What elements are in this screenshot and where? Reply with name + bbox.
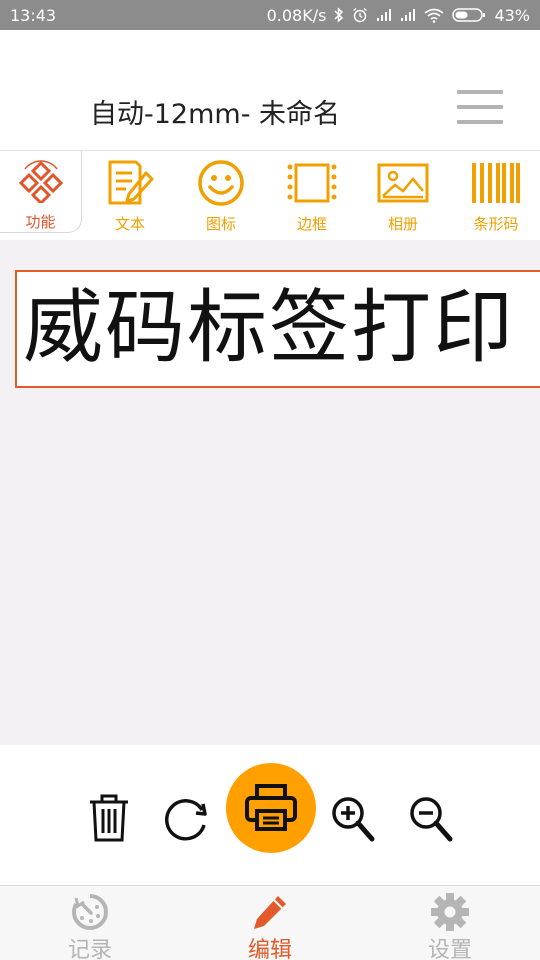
header: 自动-12mm- 未命名: [0, 30, 540, 150]
page-title: 自动-12mm- 未命名: [90, 99, 341, 130]
signal-icon-2: [401, 9, 416, 21]
bluetooth-icon: [334, 7, 344, 23]
tool-icon[interactable]: 图标: [179, 151, 263, 241]
pencil-icon: [254, 896, 286, 929]
gear-icon: [431, 893, 469, 931]
nav-label: 记录: [67, 938, 112, 960]
status-time: 13:43: [10, 5, 57, 25]
alarm-icon: [353, 7, 368, 23]
text-icon: [108, 160, 154, 205]
signal-icon: [377, 9, 392, 21]
nav-label: 设置: [427, 938, 472, 960]
status-battery: 43%: [494, 5, 530, 25]
tool-label: 文本: [114, 215, 145, 233]
nav-record[interactable]: 记录: [30, 886, 150, 960]
tool-barcode[interactable]: 条形码: [454, 151, 538, 241]
app-screen: 13:43 0.08K/s 43% 自动-12mm- 未命名 功能 文本 图标 …: [0, 0, 540, 960]
function-icon: [18, 160, 63, 203]
menu-bar: [457, 90, 503, 94]
tool-label: 功能: [25, 213, 56, 231]
printer-icon: [245, 784, 297, 831]
label-preview[interactable]: 威码标签打印: [15, 270, 540, 388]
album-icon: [377, 163, 429, 203]
barcode-icon: [472, 163, 520, 203]
rotate-icon[interactable]: [162, 795, 212, 845]
label-canvas[interactable]: 威码标签打印: [0, 240, 540, 745]
tool-strip: 功能 文本 图标 边框 相册 条形码: [0, 150, 540, 240]
print-button[interactable]: [226, 763, 316, 853]
battery-icon: [452, 8, 486, 22]
tool-label: 条形码: [473, 215, 519, 233]
wifi-icon: [424, 8, 444, 23]
border-icon: [287, 163, 337, 203]
menu-button[interactable]: [454, 88, 506, 128]
bottom-nav: 记录 编辑 设置: [0, 885, 540, 960]
trash-icon[interactable]: [86, 793, 132, 843]
label-text[interactable]: 威码标签打印: [23, 276, 515, 380]
nav-label: 编辑: [247, 938, 292, 960]
zoom-in-icon[interactable]: [330, 795, 376, 843]
tool-label: 相册: [387, 215, 418, 233]
record-icon: [72, 893, 108, 930]
tool-label: 图标: [205, 215, 236, 233]
menu-bar: [457, 120, 503, 124]
nav-settings[interactable]: 设置: [390, 886, 510, 960]
tool-label: 边框: [296, 215, 327, 233]
nav-edit[interactable]: 编辑: [210, 886, 330, 960]
action-bar: [0, 745, 540, 885]
menu-bar: [457, 105, 503, 109]
tool-border[interactable]: 边框: [270, 151, 354, 241]
status-bar: 13:43 0.08K/s 43%: [0, 0, 540, 30]
tool-text[interactable]: 文本: [88, 151, 172, 241]
status-net-speed: 0.08K/s: [266, 5, 327, 25]
status-indicators: 0.08K/s 43%: [267, 6, 530, 25]
tool-album[interactable]: 相册: [361, 151, 445, 241]
smiley-icon: [198, 160, 244, 206]
tool-function[interactable]: 功能: [0, 151, 82, 233]
zoom-out-icon[interactable]: [408, 795, 454, 843]
